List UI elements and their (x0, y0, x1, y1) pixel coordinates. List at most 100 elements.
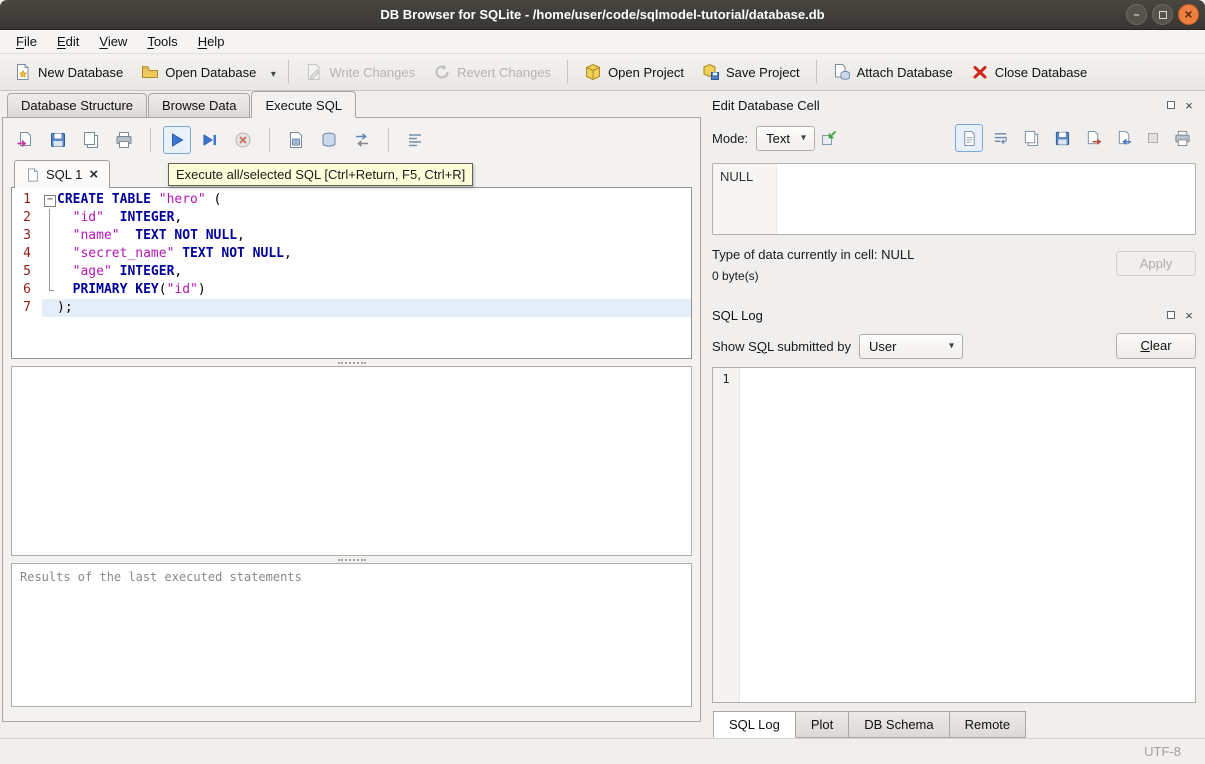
results-grid[interactable] (11, 366, 692, 556)
tab-database-structure[interactable]: Database Structure (7, 93, 148, 118)
new-database-button[interactable]: New Database (5, 58, 132, 86)
tab-browse-data[interactable]: Browse Data (148, 93, 251, 118)
fold-toggle-icon[interactable] (42, 191, 57, 209)
save-sql-copy-button[interactable] (77, 126, 105, 154)
export-cell-button[interactable] (1079, 124, 1107, 152)
copy-cell-icon (1023, 130, 1040, 147)
menu-file[interactable]: File (6, 31, 47, 52)
editor-line-7[interactable]: 7); (12, 299, 691, 317)
editor-line-5[interactable]: 5 "age" INTEGER, (12, 263, 691, 281)
edit-cell-toolbar: Mode: Text (712, 123, 1196, 153)
find-replace-button[interactable] (348, 126, 376, 154)
sql-tab-label: SQL 1 (46, 167, 83, 182)
close-icon (1185, 98, 1193, 113)
print-icon (115, 131, 133, 149)
save-results-button[interactable] (315, 126, 343, 154)
write-changes-icon (305, 63, 323, 81)
save-results-icon (320, 131, 338, 149)
write-changes-label: Write Changes (329, 64, 416, 80)
tab-execute-sql[interactable]: Execute SQL (251, 91, 357, 118)
close-dock-button[interactable] (1182, 309, 1196, 322)
close-window-button[interactable] (1178, 4, 1199, 25)
menu-tools[interactable]: Tools (137, 31, 187, 52)
editor-line-3[interactable]: 3 "name" TEXT NOT NULL, (12, 227, 691, 245)
set-null-button (1141, 126, 1165, 150)
submitter-combobox[interactable]: User (859, 333, 963, 359)
dropdown-arrow-icon (268, 65, 278, 80)
dock-tab-plot[interactable]: Plot (795, 711, 850, 738)
open-database-dropdown[interactable] (265, 60, 281, 85)
word-wrap-icon (992, 130, 1009, 147)
sql-editor[interactable]: 1CREATE TABLE "hero" (2 "id" INTEGER,3 "… (11, 187, 692, 359)
copy-cell-button[interactable] (1017, 124, 1045, 152)
format-sql-button[interactable] (401, 126, 429, 154)
menu-help[interactable]: Help (188, 31, 235, 52)
word-wrap-button[interactable] (986, 124, 1014, 152)
splitter-handle[interactable] (11, 556, 692, 563)
revert-changes-icon (433, 63, 451, 81)
export-results-button[interactable] (282, 126, 310, 154)
titlebar[interactable]: DB Browser for SQLite - /home/user/code/… (0, 0, 1205, 30)
maximize-button[interactable] (1152, 4, 1173, 25)
open-project-button[interactable]: Open Project (575, 58, 693, 86)
results-message-pane[interactable]: Results of the last executed statements (11, 563, 692, 707)
close-database-icon (971, 63, 989, 81)
close-database-button[interactable]: Close Database (962, 58, 1097, 86)
open-database-button[interactable]: Open Database (132, 58, 265, 86)
close-dock-button[interactable] (1182, 99, 1196, 112)
open-sql-file-button[interactable] (11, 126, 39, 154)
float-dock-button[interactable] (1164, 309, 1178, 322)
save-project-button[interactable]: Save Project (693, 58, 809, 86)
menu-edit[interactable]: Edit (47, 31, 89, 52)
filter-label: Show SQL submitted by (712, 338, 851, 354)
code-text: "id" INTEGER, (72, 210, 183, 225)
cell-editor[interactable]: NULL (712, 163, 1196, 235)
editor-line-6[interactable]: 6 PRIMARY KEY("id") (12, 281, 691, 299)
fold-guide (42, 281, 57, 299)
editor-line-1[interactable]: 1 CREATE TABLE "hero" ( (12, 191, 691, 209)
sql-log-view[interactable]: 1 (712, 367, 1196, 703)
find-replace-icon (353, 131, 371, 149)
open-database-label: Open Database (165, 64, 257, 80)
fold-guide (42, 263, 57, 281)
splitter-handle[interactable] (11, 359, 692, 366)
clear-button[interactable]: Clear (1116, 333, 1196, 359)
sql-tab[interactable]: SQL 1 (14, 160, 111, 188)
right-dock: Edit Database Cell Mode: Text (703, 91, 1205, 738)
set-null-icon (1146, 131, 1160, 145)
print-cell-button[interactable] (1168, 124, 1196, 152)
import-file-icon (820, 129, 838, 147)
edit-cell-titlebar: Edit Database Cell (712, 95, 1196, 115)
execute-line-button[interactable] (196, 126, 224, 154)
dock-tab-db-schema[interactable]: DB Schema (849, 711, 950, 738)
sql-log-title: SQL Log (712, 307, 763, 323)
editor-line-2[interactable]: 2 "id" INTEGER, (12, 209, 691, 227)
minimize-button[interactable] (1126, 4, 1147, 25)
execute-sql-panel: SQL 1 1 CREATE TABLE "hero" (2 "id" INTEG… (2, 117, 701, 722)
float-dock-button[interactable] (1164, 99, 1178, 112)
results-placeholder: Results of the last executed statements (20, 570, 302, 584)
save-cell-button[interactable] (1048, 124, 1076, 152)
close-tab-icon[interactable] (89, 167, 98, 182)
code-text: ); (57, 299, 691, 317)
toolbar-separator (150, 128, 151, 152)
open-project-label: Open Project (608, 64, 684, 80)
content-area: Database Structure Browse Data Execute S… (0, 91, 1205, 738)
print-sql-button[interactable] (110, 126, 138, 154)
write-changes-button: Write Changes (296, 58, 424, 86)
import-file-button[interactable] (815, 124, 843, 152)
save-sql-file-button[interactable] (44, 126, 72, 154)
menu-view[interactable]: View (89, 31, 137, 52)
text-mode-button[interactable] (955, 124, 983, 152)
save-project-icon (702, 63, 720, 81)
attach-database-button[interactable]: Attach Database (824, 58, 962, 86)
fold-guide (42, 299, 57, 317)
toolbar-separator (567, 60, 569, 84)
mode-combobox[interactable]: Text (756, 125, 815, 151)
execute-all-button[interactable] (163, 126, 191, 154)
import-cell-button[interactable] (1110, 124, 1138, 152)
dock-tab-remote[interactable]: Remote (949, 711, 1027, 738)
editor-line-4[interactable]: 4 "secret_name" TEXT NOT NULL, (12, 245, 691, 263)
dock-tab-sql-log[interactable]: SQL Log (713, 711, 796, 738)
main-toolbar: New Database Open Database Write Changes… (0, 54, 1205, 91)
